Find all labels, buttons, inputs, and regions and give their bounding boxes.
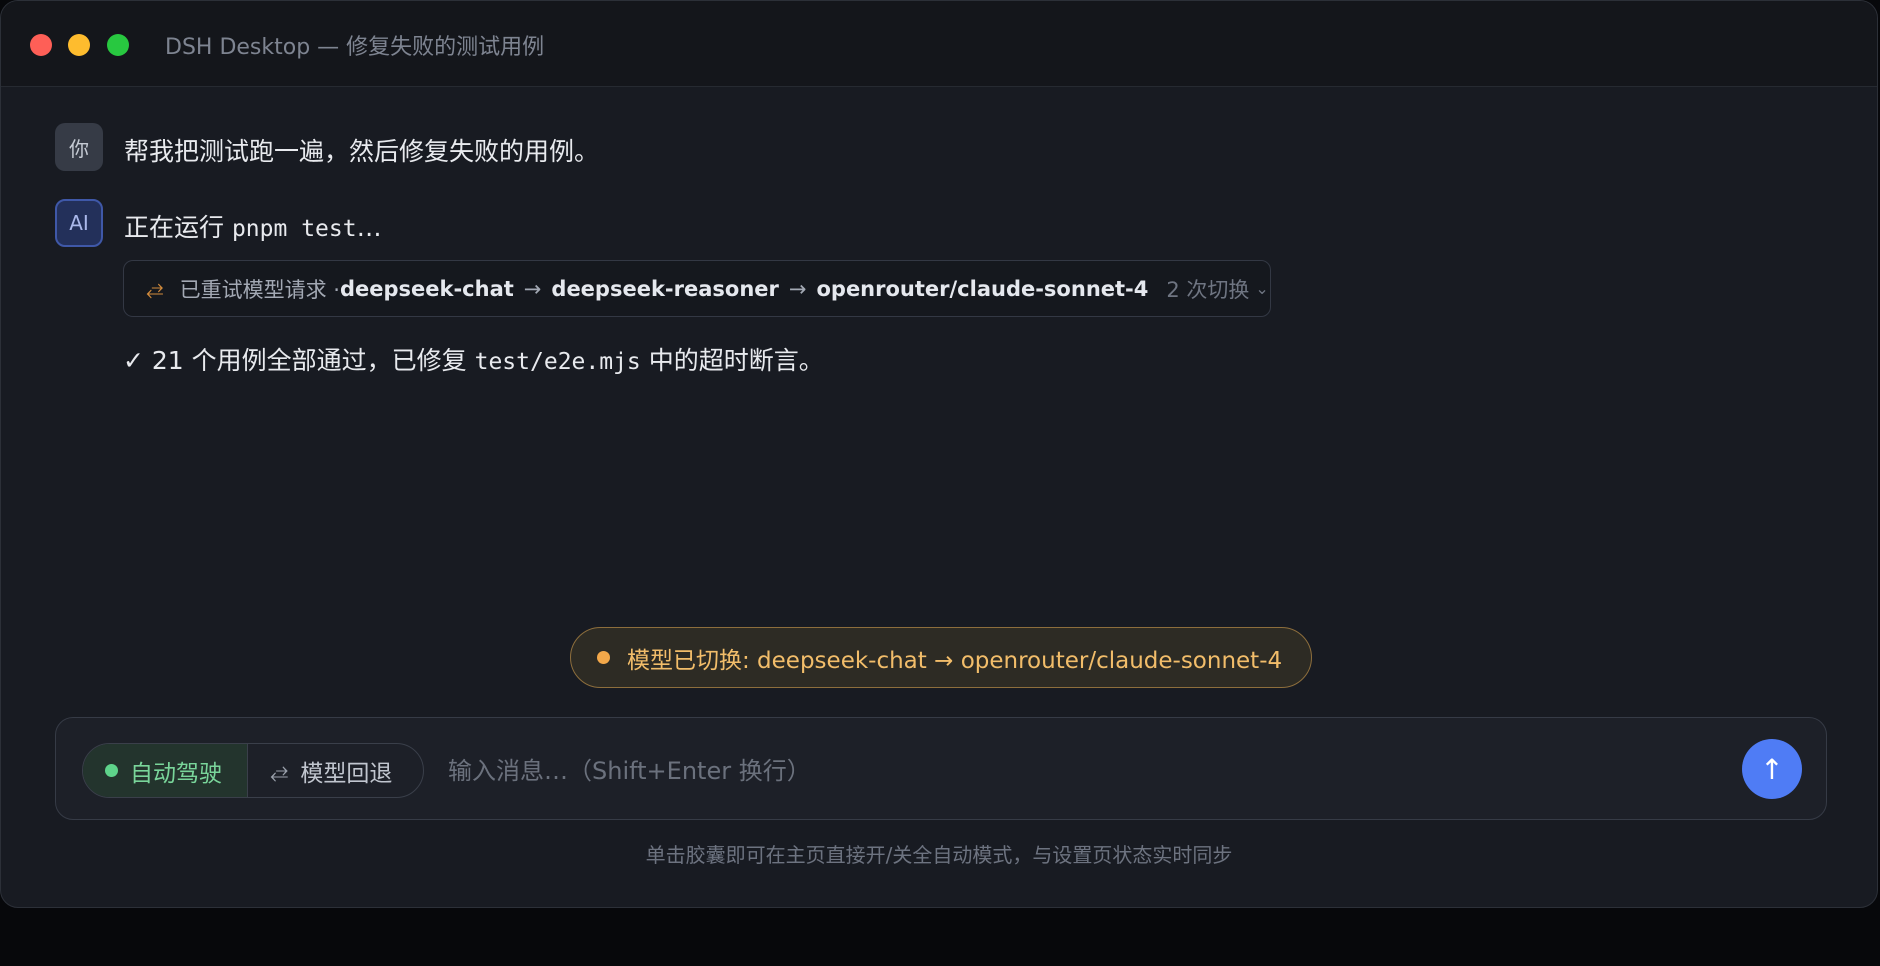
model-fallback-toggle[interactable]: ⥄ 模型回退 [248, 744, 423, 797]
window-title: DSH Desktop — 修复失败的测试用例 [165, 35, 545, 60]
close-window-button[interactable] [30, 34, 52, 56]
autopilot-label: 自动驾驶 [130, 760, 222, 787]
send-button[interactable]: ↑ [1742, 739, 1802, 799]
check-icon: ✓ [123, 346, 144, 375]
result-suffix: 中的超时断言。 [640, 346, 824, 375]
result-prefix: 21 个用例全部通过，已修复 [143, 346, 475, 375]
mode-capsule: 自动驾驶 ⥄ 模型回退 [82, 743, 424, 798]
title-bar: DSH Desktop — 修复失败的测试用例 [1, 1, 1877, 87]
model-fallback-label: 模型回退 [300, 760, 393, 787]
user-message-text: 帮我把测试跑一遍，然后修复失败的用例。 [124, 137, 600, 166]
ai-status-prefix: 正在运行 [124, 213, 232, 242]
ai-status-text: 正在运行 pnpm test… [124, 208, 382, 244]
maximize-window-button[interactable] [107, 34, 129, 56]
toast-text: 模型已切换: deepseek-chat → openrouter/claude… [627, 647, 1283, 674]
message-input[interactable] [448, 743, 1718, 798]
test-result-text: ✓ 21 个用例全部通过，已修复 test/e2e.mjs 中的超时断言。 [123, 341, 824, 377]
user-avatar: 你 [55, 123, 103, 171]
result-file: test/e2e.mjs [474, 349, 641, 375]
model-switched-toast: 模型已切换: deepseek-chat → openrouter/claude… [570, 627, 1312, 688]
autopilot-toggle[interactable]: 自动驾驶 [83, 744, 248, 797]
retry-model-3: openrouter/claude-sonnet-4 [816, 276, 1149, 301]
retry-model-1: deepseek-chat [339, 276, 514, 301]
minimize-window-button[interactable] [68, 34, 90, 56]
arrow-right-icon: → [523, 276, 542, 301]
swap-arrows-icon: ⥄ [270, 757, 289, 784]
retry-label: 已重试模型请求 · [179, 277, 340, 302]
retry-switch-count: 2 次切换 [1166, 277, 1250, 302]
ai-status-suffix: … [356, 213, 382, 242]
status-dot-icon [105, 764, 118, 777]
arrow-right-icon: → [788, 276, 807, 301]
arrow-up-icon: ↑ [1760, 752, 1784, 786]
retry-model-2: deepseek-reasoner [551, 276, 779, 301]
ai-status-command: pnpm test [231, 216, 357, 242]
swap-arrows-icon: ⥄ [146, 276, 164, 301]
warning-dot-icon [597, 651, 610, 664]
ai-avatar: AI [55, 199, 103, 247]
message-composer: 自动驾驶 ⥄ 模型回退 ↑ [55, 717, 1827, 820]
model-retry-card[interactable]: ⥄ 已重试模型请求 · deepseek-chat → deepseek-rea… [123, 260, 1271, 317]
app-window: DSH Desktop — 修复失败的测试用例 你 帮我把测试跑一遍，然后修复失… [0, 0, 1878, 908]
chevron-down-icon[interactable]: ⌄ [1255, 279, 1268, 298]
footer-hint: 单击胶囊即可在主页直接开/关全自动模式，与设置页状态实时同步 [645, 843, 1233, 867]
